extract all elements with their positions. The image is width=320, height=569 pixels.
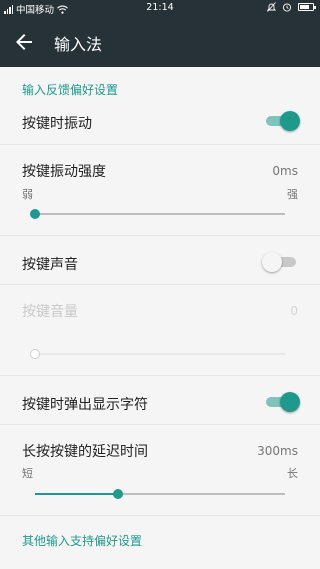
- divider: [0, 424, 320, 425]
- setting-label: 按键音量: [22, 304, 78, 320]
- slider-max-label: 强: [287, 188, 298, 201]
- setting-label: 按键声音: [22, 257, 78, 273]
- alarm-icon: [282, 3, 292, 12]
- setting-value: 0ms: [272, 164, 298, 178]
- setting-label: 按键振动强度: [22, 164, 106, 180]
- slider-min-label: 弱: [22, 188, 33, 201]
- divider: [0, 515, 320, 516]
- status-bar: 中国移动 21:14: [0, 0, 320, 17]
- setting-value: 0: [290, 304, 298, 318]
- slider-thumb[interactable]: [30, 209, 40, 219]
- divider: [0, 144, 320, 145]
- battery-icon: [298, 3, 316, 11]
- popup-toggle[interactable]: [264, 392, 300, 412]
- slider-min-label: 短: [22, 467, 33, 480]
- setting-label: 按键时弹出显示字符: [22, 397, 148, 413]
- vibration-strength-slider[interactable]: [30, 207, 285, 221]
- divider: [0, 375, 320, 376]
- status-right: [267, 2, 316, 12]
- slider-thumb: [30, 349, 40, 359]
- slider-fill: [35, 493, 118, 495]
- slider-thumb[interactable]: [112, 489, 123, 499]
- slider-max-label: 长: [287, 467, 298, 480]
- key-sound-toggle[interactable]: [262, 252, 298, 272]
- key-volume-slider: [30, 347, 285, 361]
- setting-label: 按键时振动: [22, 116, 92, 132]
- setting-value: 300ms: [257, 444, 298, 458]
- divider: [0, 284, 320, 285]
- section-header-input-feedback: 输入反馈偏好设置: [22, 83, 119, 97]
- divider: [0, 235, 320, 236]
- arrow-left-icon[interactable]: [12, 30, 36, 54]
- setting-label: 长按按键的延迟时间: [22, 444, 148, 460]
- section-header-other-input: 其他输入支持偏好设置: [22, 534, 143, 548]
- mute-icon: [267, 2, 276, 12]
- page-title: 输入法: [54, 35, 103, 54]
- vibrate-toggle[interactable]: [264, 111, 300, 131]
- long-press-delay-slider[interactable]: [35, 487, 285, 501]
- app-toolbar: 输入法: [0, 17, 320, 67]
